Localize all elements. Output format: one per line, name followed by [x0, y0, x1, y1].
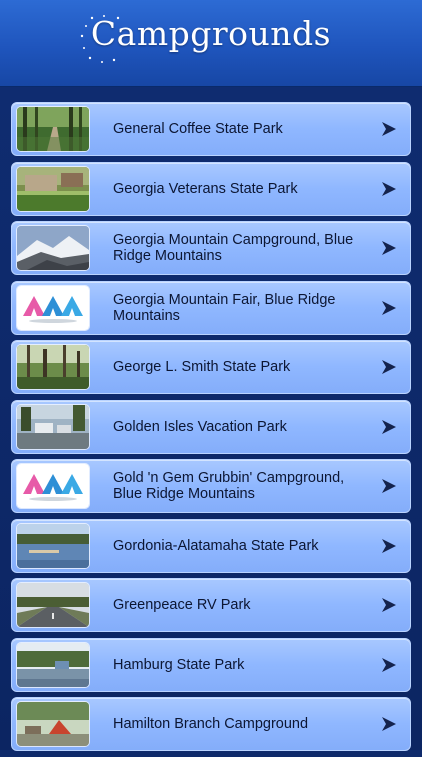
list-item[interactable]: General Coffee State Park: [11, 102, 411, 156]
chevron-right-icon: [382, 360, 396, 374]
header-bar: Campgrounds: [0, 0, 422, 87]
chevron-right-icon: [382, 241, 396, 255]
list-item[interactable]: Gordonia-Alatamaha State Park: [11, 518, 411, 573]
chevron-right-icon: [382, 479, 396, 493]
road-thumbnail: [17, 583, 89, 627]
chevron-right-icon: [382, 122, 396, 136]
campsite-thumbnail: [17, 702, 89, 746]
list-item[interactable]: Greenpeace RV Park: [11, 578, 411, 632]
chevron-right-icon: [382, 181, 396, 196]
campground-list: General Coffee State Park Georgia Vetera…: [11, 102, 411, 757]
item-label: Golden Isles Vacation Park: [113, 418, 287, 435]
item-label: Georgia Mountain Fair, Blue Ridge Mounta…: [113, 291, 336, 324]
campground-list-container[interactable]: General Coffee State Park Georgia Vetera…: [0, 87, 422, 751]
chevron-right-icon: [382, 717, 396, 731]
item-label: Georgia Mountain Campground, Blue Ridge …: [113, 232, 354, 264]
list-item[interactable]: Gold 'n Gem Grubbin' Campground, Blue Ri…: [11, 459, 411, 513]
item-label: Gordonia-Alatamaha State Park: [113, 537, 319, 554]
chevron-right-icon: [382, 300, 396, 315]
swamp-trees-thumbnail: [17, 345, 89, 389]
list-item[interactable]: Georgia Mountain Campground, Blue Ridge …: [11, 221, 411, 275]
item-label: Gold 'n Gem Grubbin' Campground, Blue Ri…: [113, 470, 345, 502]
park-sign-thumbnail: [17, 166, 89, 211]
page-title: Campgrounds: [90, 14, 332, 53]
list-item[interactable]: Georgia Veterans State Park: [11, 161, 411, 216]
rv-park-thumbnail: [17, 404, 89, 449]
item-label: George L. Smith State Park: [113, 359, 291, 375]
list-item[interactable]: Hamburg State Park: [11, 637, 411, 692]
chevron-right-icon: [382, 598, 396, 612]
item-label: Hamburg State Park: [113, 656, 245, 673]
item-label: Greenpeace RV Park: [113, 597, 251, 613]
forest-boardwalk-thumbnail: [17, 107, 89, 151]
lake-cabin-thumbnail: [17, 642, 89, 687]
tents-logo-thumbnail: [17, 464, 89, 508]
item-label: Hamilton Branch Campground: [113, 716, 309, 732]
list-item[interactable]: Georgia Mountain Fair, Blue Ridge Mounta…: [11, 280, 411, 335]
list-item[interactable]: Hamilton Branch Campground: [11, 697, 411, 751]
item-label: General Coffee State Park: [113, 121, 283, 137]
chevron-right-icon: [382, 657, 396, 672]
tents-logo-thumbnail: [17, 285, 89, 330]
item-label: Georgia Veterans State Park: [113, 180, 298, 197]
list-item[interactable]: George L. Smith State Park: [11, 340, 411, 394]
list-item[interactable]: Golden Isles Vacation Park: [11, 399, 411, 454]
lake-dock-thumbnail: [17, 523, 89, 568]
chevron-right-icon: [382, 538, 396, 553]
chevron-right-icon: [382, 419, 396, 434]
snowy-mountain-thumbnail: [17, 226, 89, 270]
